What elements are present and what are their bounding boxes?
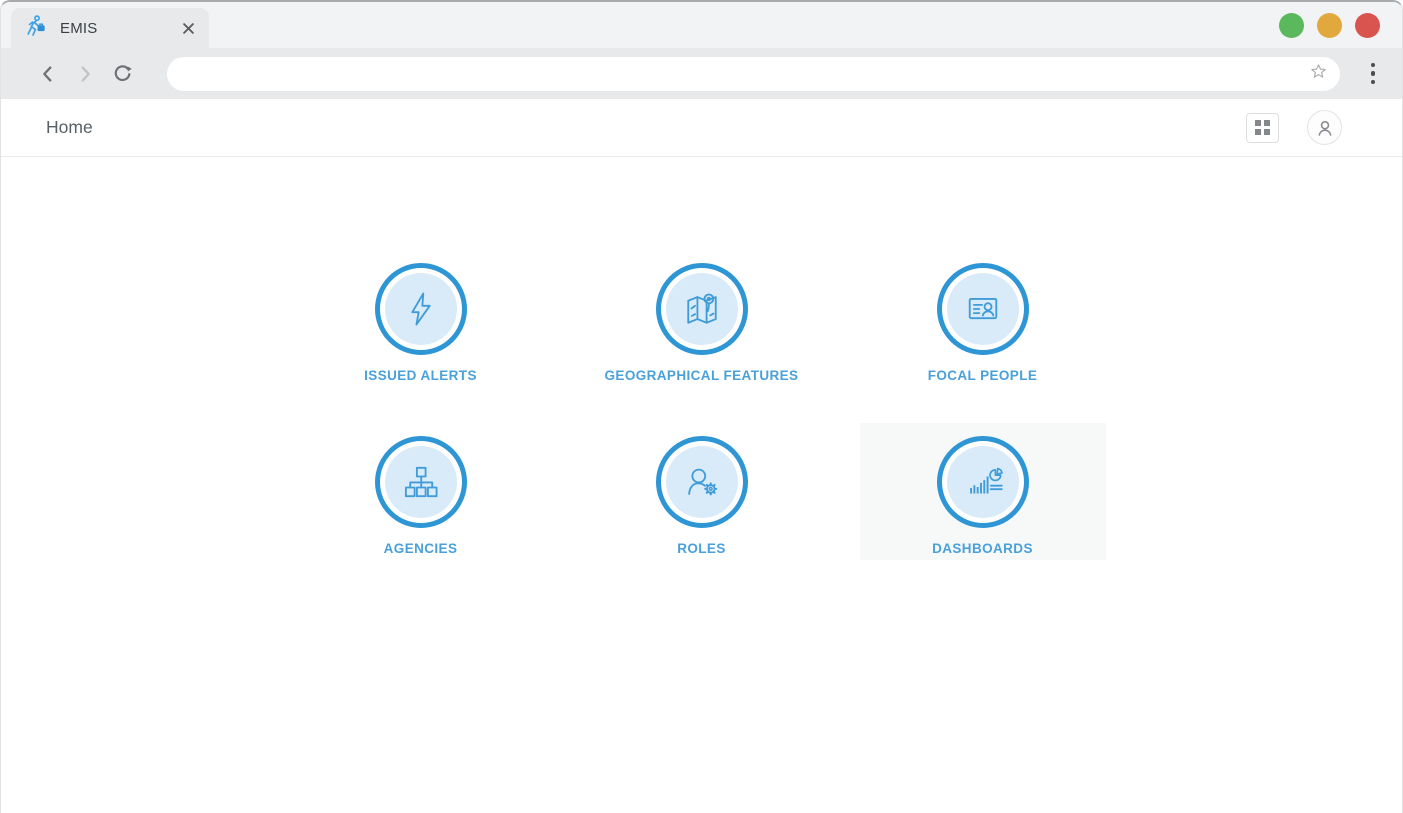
page-title: Home	[46, 117, 93, 138]
tile-label: FOCAL PEOPLE	[928, 368, 1038, 383]
browser-menu-kebab-icon[interactable]	[1358, 59, 1388, 89]
app-header: Home	[1, 99, 1402, 157]
map-with-pin-icon	[680, 287, 724, 331]
bookmark-star-icon[interactable]	[1309, 62, 1328, 86]
tile-roles[interactable]: ROLES	[579, 423, 825, 560]
window-controls	[1279, 13, 1380, 38]
main-content: ISSUED ALERTS GEOGRAPHICAL FEATURES	[1, 157, 1402, 813]
tile-grid: ISSUED ALERTS GEOGRAPHICAL FEATURES	[298, 157, 1106, 560]
tile-dashboards[interactable]: DASHBOARDS	[860, 423, 1106, 560]
reload-icon[interactable]	[107, 59, 137, 89]
org-chart-icon	[399, 460, 443, 504]
tile-label: ISSUED ALERTS	[364, 368, 477, 383]
tab-close-icon[interactable]	[179, 19, 197, 37]
window-button-green[interactable]	[1279, 13, 1304, 38]
address-bar[interactable]	[167, 57, 1340, 91]
window-button-yellow[interactable]	[1317, 13, 1342, 38]
tile-geographical-features[interactable]: GEOGRAPHICAL FEATURES	[579, 250, 825, 387]
window-button-red[interactable]	[1355, 13, 1380, 38]
tile-agencies[interactable]: AGENCIES	[298, 423, 544, 560]
tile-label: ROLES	[677, 541, 726, 556]
browser-tab-emis[interactable]: EMIS	[11, 8, 209, 48]
browser-toolbar	[1, 48, 1402, 99]
tile-focal-people[interactable]: FOCAL PEOPLE	[860, 250, 1106, 387]
tab-title: EMIS	[60, 20, 179, 37]
tab-strip: EMIS	[1, 2, 1402, 48]
bar-and-pie-chart-icon	[961, 460, 1005, 504]
tile-label: GEOGRAPHICAL FEATURES	[605, 368, 799, 383]
tile-label: DASHBOARDS	[932, 541, 1033, 556]
back-icon[interactable]	[33, 59, 63, 89]
user-profile-button[interactable]	[1307, 110, 1342, 145]
forward-icon[interactable]	[70, 59, 100, 89]
user-icon	[1314, 117, 1336, 139]
id-card-icon	[961, 287, 1005, 331]
person-gear-icon	[680, 460, 724, 504]
browser-window: EMIS	[0, 0, 1403, 813]
apps-grid-icon	[1255, 120, 1270, 135]
tile-issued-alerts[interactable]: ISSUED ALERTS	[298, 250, 544, 387]
lightning-bolt-icon	[399, 287, 443, 331]
header-actions	[1246, 110, 1342, 145]
emis-favicon-running-person-icon	[23, 14, 47, 43]
tile-label: AGENCIES	[384, 541, 458, 556]
address-input[interactable]	[185, 66, 1309, 82]
apps-grid-button[interactable]	[1246, 113, 1279, 143]
